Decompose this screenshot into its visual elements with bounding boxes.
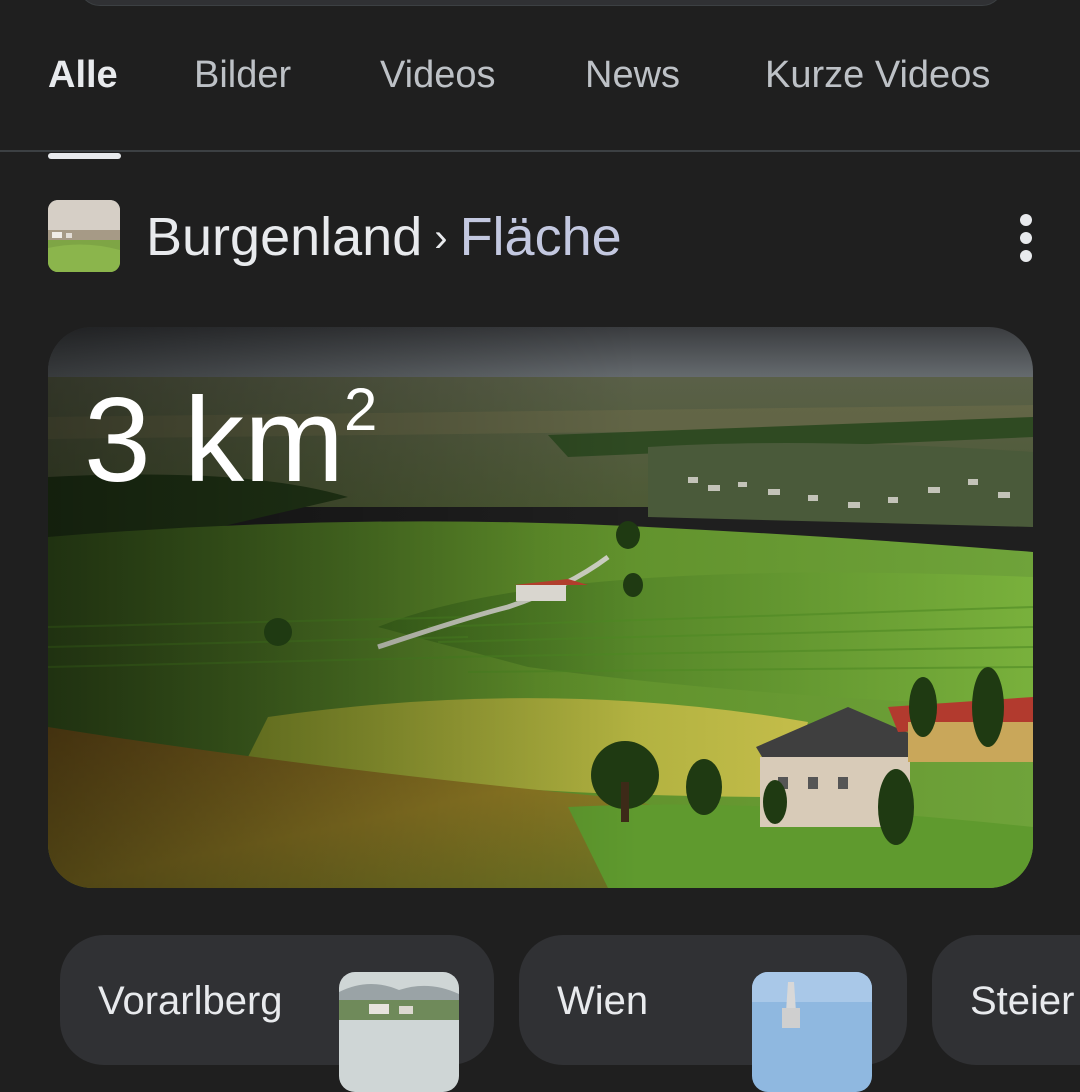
- breadcrumb-separator: ›: [434, 216, 448, 260]
- tab-short-videos[interactable]: Kurze Videos: [765, 54, 990, 97]
- divider: [0, 150, 1080, 152]
- related-chip-label: Vorarlberg: [98, 979, 283, 1023]
- related-chip-label: Wien: [557, 979, 649, 1023]
- related-chip-label: Steier: [970, 979, 1075, 1023]
- related-chip-wien[interactable]: Wien: [519, 935, 907, 1092]
- area-value: 3 km2: [84, 373, 378, 507]
- entity-thumbnail[interactable]: [48, 200, 120, 272]
- related-chip-vorarlberg[interactable]: Vorarlberg: [60, 935, 494, 1092]
- tab-all[interactable]: Alle: [48, 54, 118, 97]
- tab-news[interactable]: News: [585, 54, 680, 97]
- active-tab-indicator: [48, 153, 121, 159]
- more-vert-icon[interactable]: [1008, 208, 1044, 268]
- related-chip-thumbnail: [339, 972, 459, 1092]
- related-chip-steiermark[interactable]: Steier: [932, 935, 1080, 1065]
- tab-videos[interactable]: Videos: [380, 54, 496, 97]
- search-bar[interactable]: [78, 0, 1004, 6]
- breadcrumb-attribute: Fläche: [459, 207, 622, 267]
- breadcrumb-entity[interactable]: Burgenland: [146, 207, 422, 267]
- breadcrumb: Burgenland › Fläche: [146, 206, 622, 268]
- related-chip-thumbnail: [752, 972, 872, 1092]
- tab-images[interactable]: Bilder: [194, 54, 291, 97]
- area-unit-superscript: 2: [344, 376, 378, 443]
- search-tabs: Alle Bilder Videos News Kurze Videos: [0, 40, 1080, 159]
- related-entities: Vorarlberg Wien Steier: [0, 935, 1080, 1092]
- answer-header: Burgenland › Fläche: [0, 200, 1080, 274]
